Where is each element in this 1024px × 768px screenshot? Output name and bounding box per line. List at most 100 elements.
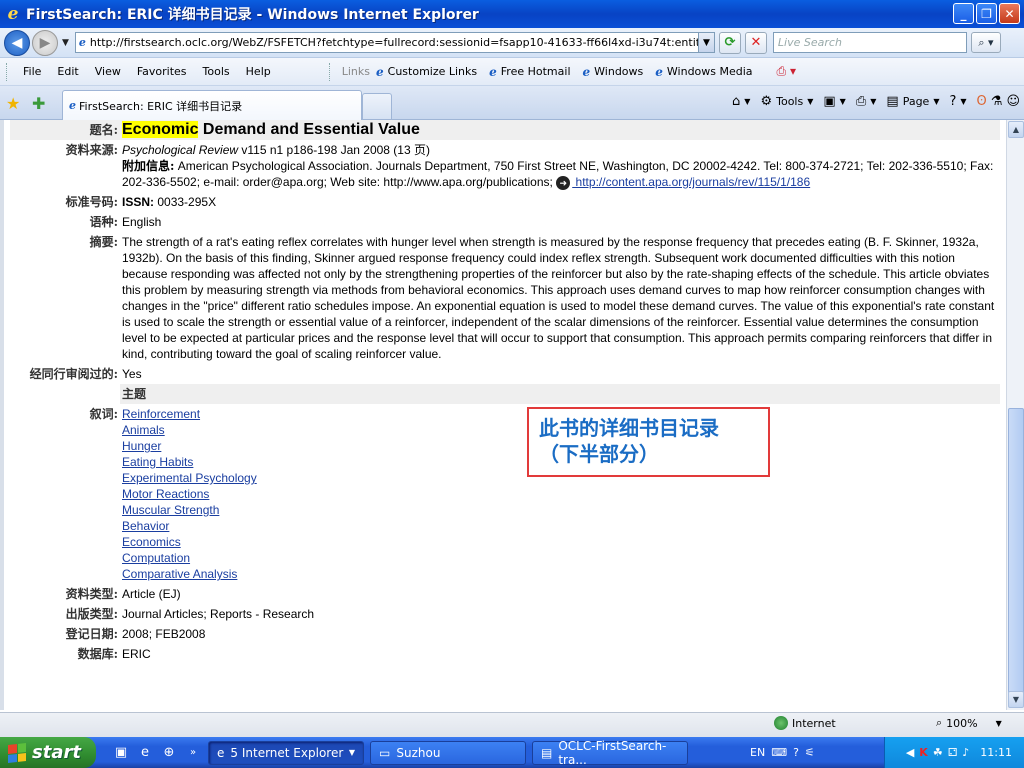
maximize-button[interactable]: ❐ (976, 3, 997, 24)
menu-favorites[interactable]: Favorites (129, 65, 195, 78)
link-windows[interactable]: e Windows (583, 65, 644, 79)
abstract-row: 摘要: The strength of a rat's eating refle… (10, 232, 1000, 364)
tray-arrow-icon[interactable]: ◀ (906, 746, 914, 759)
command-bar: ⌂ ▼ ⚙ Tools ▼ ▣ ▼ ⎙ ▼ ▤ Page ▼ ? ▼ ʘ ⚗ ☺ (732, 94, 1020, 109)
back-button[interactable]: ◀ (4, 29, 30, 56)
db-row: 数据库: ERIC (10, 644, 1000, 664)
new-tab-button[interactable] (362, 93, 392, 119)
descriptor-link[interactable]: Experimental Psychology (122, 471, 257, 485)
descriptor-link[interactable]: Behavior (122, 519, 169, 533)
task-internet-explorer[interactable]: e 5 Internet Explorer ▼ (208, 740, 364, 765)
help-icon[interactable]: ? (949, 94, 956, 109)
messenger-icon[interactable]: ☺ (1006, 94, 1020, 109)
annotation-line2: （下半部分） (539, 442, 659, 466)
menu-tools[interactable]: Tools (195, 65, 238, 78)
source-label: 资料来源: (65, 143, 118, 157)
add-favorites-icon[interactable]: ✚ (32, 94, 45, 113)
tab-firstsearch[interactable]: e FirstSearch: ERIC 详细书目记录 (62, 90, 362, 120)
descriptor-link[interactable]: Comparative Analysis (122, 567, 237, 581)
pubtype-value: Journal Articles; Reports - Research (122, 607, 315, 621)
descriptor-link[interactable]: Animals (122, 423, 165, 437)
window-title: FirstSearch: ERIC 详细书目记录 - Windows Inter… (26, 7, 479, 23)
descriptor-link[interactable]: Computation (122, 551, 190, 565)
menu-help[interactable]: Help (238, 65, 279, 78)
title-label: 题名: (10, 120, 120, 140)
gear-icon[interactable]: ⚙ (760, 94, 772, 109)
abstract-value: The strength of a rat's eating reflex co… (122, 235, 995, 361)
zone-label: Internet (792, 716, 836, 730)
tray-app-icon[interactable]: ☘ (933, 746, 943, 759)
security-zone[interactable]: Internet (774, 716, 836, 730)
restype-label: 资料类型: (65, 587, 118, 601)
ie-page-icon: e (655, 64, 663, 79)
apa-journal-link[interactable]: http://content.apa.org/journals/rev/115/… (572, 175, 811, 189)
peer-value: Yes (122, 367, 142, 381)
menu-edit[interactable]: Edit (49, 65, 86, 78)
subject-heading: 主题 (120, 384, 1000, 404)
scrollbar-thumb[interactable] (1008, 408, 1024, 694)
issn-label: ISSN: (122, 195, 155, 209)
task-oclc-doc[interactable]: ▤ OCLC-FirstSearch-tra... (532, 739, 688, 767)
record-table: 题名: Economic Demand and Essential Value … (10, 120, 1000, 664)
search-input[interactable]: Live Search (772, 32, 967, 53)
menu-view[interactable]: View (87, 65, 129, 78)
feeds-icon[interactable]: ▣ (823, 94, 835, 109)
network-icon[interactable]: ⚁ (948, 746, 958, 759)
home-icon[interactable]: ⌂ (732, 94, 740, 109)
volume-icon[interactable]: ♪ (962, 746, 969, 759)
address-bar[interactable]: e http://firstsearch.oclc.org/WebZ/FSFET… (74, 32, 715, 53)
descriptor-link[interactable]: Muscular Strength (122, 503, 219, 517)
page-icon[interactable]: ▤ (886, 94, 898, 109)
language-bar[interactable]: EN ⌨ ? ⚟ (750, 746, 815, 759)
ie-logo-icon: e (7, 4, 19, 24)
descriptor-link[interactable]: Reinforcement (122, 407, 200, 421)
stop-button[interactable]: ✕ (744, 31, 767, 54)
refresh-button[interactable]: ⟳ (718, 31, 741, 54)
link-hotmail[interactable]: e Free Hotmail (489, 65, 570, 79)
title-value: Economic Demand and Essential Value (120, 120, 1000, 140)
address-dropdown-icon[interactable]: ▼ (697, 33, 714, 52)
print-icon[interactable]: ⎙ (856, 94, 866, 109)
research-icon[interactable]: ⎙ ▾ (777, 64, 796, 79)
vertical-scrollbar[interactable]: ▲ ▼ (1006, 120, 1024, 710)
task-suzhou[interactable]: ▭ Suzhou (370, 740, 526, 765)
oyo-icon[interactable]: ʘ (977, 94, 987, 109)
favorites-star-icon[interactable]: ★ (6, 94, 20, 113)
zoom-control[interactable]: ⌕ 100% ▼ (936, 716, 1002, 730)
ime-options-icon: ⚟ (804, 746, 815, 759)
start-button[interactable]: start (0, 737, 96, 768)
restype-value: Article (EJ) (122, 587, 181, 601)
pubtype-row: 出版类型: Journal Articles; Reports - Resear… (10, 604, 1000, 624)
toolbar-grip (6, 62, 9, 81)
descriptor-link[interactable]: Economics (122, 535, 181, 549)
history-dropdown-icon[interactable]: ▼ (62, 38, 69, 48)
start-label: start (32, 742, 81, 763)
menu-file[interactable]: File (15, 65, 49, 78)
page-button[interactable]: Page (903, 95, 930, 108)
descriptor-link[interactable]: Eating Habits (122, 455, 193, 469)
link-label: Customize Links (387, 65, 478, 78)
tools-button[interactable]: Tools (776, 95, 803, 108)
descriptor-link[interactable]: Hunger (122, 439, 161, 453)
close-button[interactable]: ✕ (999, 3, 1020, 24)
quick-launch-ie-icon[interactable]: e (136, 744, 154, 762)
quick-launch-app-icon[interactable]: ▣ (112, 744, 130, 762)
quick-launch-more-icon[interactable]: » (184, 744, 202, 762)
desc-label: 叙词: (89, 407, 118, 421)
issn-value: ISSN: 0033-295X (120, 192, 1000, 212)
scroll-down-arrow-icon[interactable]: ▼ (1008, 691, 1024, 708)
descriptor-link[interactable]: Motor Reactions (122, 487, 209, 501)
link-customize[interactable]: e Customize Links (376, 65, 477, 79)
search-button[interactable]: ⌕ ▾ (970, 32, 1001, 53)
forward-button[interactable]: ▶ (32, 29, 58, 56)
globe-icon (774, 716, 788, 730)
clock: 11:11 (980, 746, 1012, 759)
zoom-dropdown-icon[interactable]: ▼ (996, 719, 1002, 728)
quick-launch-explorer-icon[interactable]: ⊕ (160, 744, 178, 762)
link-windows-media[interactable]: e Windows Media (655, 65, 752, 79)
research-tool-icon[interactable]: ⚗ (991, 94, 1003, 109)
minimize-button[interactable]: _ (953, 3, 974, 24)
document-icon: ▤ (541, 745, 553, 760)
antivirus-icon[interactable]: K (919, 746, 928, 759)
scroll-up-arrow-icon[interactable]: ▲ (1008, 121, 1024, 138)
